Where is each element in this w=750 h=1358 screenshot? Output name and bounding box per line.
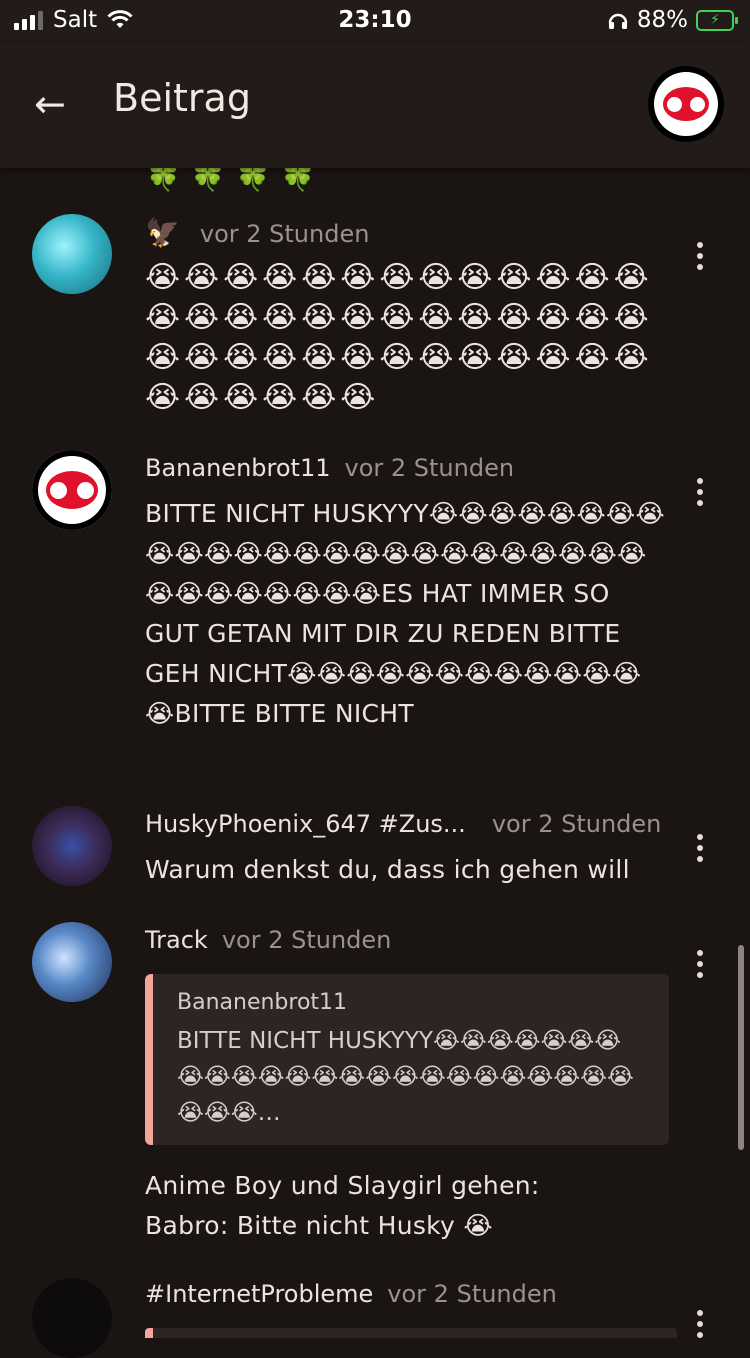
logo-dot-left	[667, 96, 682, 112]
headphones-icon	[608, 13, 628, 29]
status-right: 88% ⚡	[607, 7, 738, 33]
comment-meta: HuskyPhoenix_647 #Zus... vor 2 Stunden	[145, 810, 661, 838]
comment-text-line: Babro: Bitte nicht Husky 😭	[145, 1211, 493, 1240]
logo-mark	[46, 471, 98, 509]
arrow-left-icon[interactable]: ←	[34, 82, 66, 126]
avatar[interactable]	[32, 450, 112, 530]
page-title: Beitrag	[113, 76, 251, 120]
timestamp: vor 2 Stunden	[491, 810, 662, 838]
comment-text: Anime Boy und Slaygirl gehen: Babro: Bit…	[145, 1166, 705, 1246]
more-options-icon[interactable]	[688, 236, 712, 276]
timestamp: vor 2 Stunden	[221, 926, 392, 954]
comment-meta: 🦅 vor 2 Stunden	[145, 216, 369, 249]
scrollbar[interactable]	[738, 945, 744, 1150]
avatar[interactable]	[32, 214, 112, 294]
bananenbrot-logo[interactable]	[654, 72, 718, 136]
status-bar: Salt 23:10 88% ⚡	[0, 0, 750, 42]
more-options-icon[interactable]	[688, 472, 712, 512]
comment-text: Warum denkst du, dass ich gehen will	[145, 855, 630, 884]
comment-text: BITTE NICHT HUSKYYY😭😭😭😭😭😭😭😭😭😭😭😭😭😭😭😭😭😭😭😭😭…	[145, 499, 665, 728]
timestamp: vor 2 Stunden	[199, 220, 370, 248]
battery-percent: 88%	[636, 7, 688, 33]
logo-dot-right	[77, 481, 94, 499]
username[interactable]: HuskyPhoenix_647 #Zus...	[145, 810, 466, 838]
battery-charging-icon: ⚡	[696, 9, 738, 31]
avatar[interactable]	[32, 922, 112, 1002]
logo-dot-right	[690, 96, 705, 112]
more-options-icon[interactable]	[688, 1304, 712, 1344]
timestamp: vor 2 Stunden	[387, 1280, 557, 1308]
quote-username: Bananenbrot11	[177, 990, 348, 1015]
more-options-icon[interactable]	[688, 944, 712, 984]
comment-meta: Bananenbrot11 vor 2 Stunden	[145, 454, 514, 482]
comment-meta: #InternetProbleme vor 2 Stunden	[145, 1280, 557, 1308]
logo-dot-left	[50, 481, 67, 499]
avatar[interactable]	[32, 1278, 112, 1358]
quoted-comment[interactable]: Bananenbrot11 BITTE NICHT HUSKYYY😭😭😭😭😭😭😭…	[145, 974, 669, 1145]
avatar[interactable]	[32, 806, 112, 886]
comment-meta: Track vor 2 Stunden	[145, 926, 391, 954]
username[interactable]: 🦅	[145, 216, 180, 249]
username[interactable]: Track	[145, 926, 208, 954]
timestamp: vor 2 Stunden	[344, 454, 515, 482]
username[interactable]: #InternetProbleme	[145, 1280, 373, 1308]
quote-text: BITTE NICHT HUSKYYY😭😭😭😭😭😭😭😭😭😭😭😭😭😭😭😭😭😭😭😭😭…	[177, 1028, 634, 1126]
comment-text: 😭😭😭😭😭😭😭😭😭😭😭😭😭😭😭😭😭😭😭😭😭😭😭😭😭😭😭😭😭😭😭😭😭😭😭😭😭😭😭😭…	[145, 260, 653, 415]
username[interactable]: Bananenbrot11	[145, 454, 330, 482]
app-bar: ← Beitrag	[0, 42, 750, 168]
logo-mark	[663, 87, 709, 121]
comment-text-line: Anime Boy und Slaygirl gehen:	[145, 1171, 540, 1200]
quoted-comment[interactable]	[145, 1328, 677, 1338]
